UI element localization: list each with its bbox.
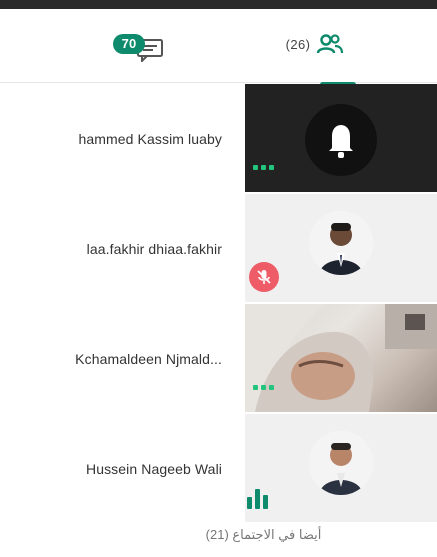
avatar bbox=[309, 431, 373, 495]
participants-list: hammed Kassim luaby laa.fakhir dhiaa.fak… bbox=[0, 84, 437, 524]
participant-row[interactable]: laa.fakhir dhiaa.fakhir bbox=[0, 194, 437, 304]
participants-count: (26) bbox=[285, 36, 311, 52]
tab-chat[interactable]: 70 bbox=[80, 9, 200, 83]
activity-dots bbox=[253, 165, 274, 170]
person-avatar-icon bbox=[309, 211, 373, 275]
participant-video-tile[interactable] bbox=[245, 84, 437, 192]
participant-video-tile[interactable] bbox=[245, 414, 437, 522]
avatar bbox=[309, 211, 373, 275]
panel-tabs: 70 (26) bbox=[0, 9, 437, 87]
participant-row[interactable]: hammed Kassim luaby bbox=[0, 84, 437, 194]
unread-count-badge: 70 bbox=[113, 34, 145, 54]
bell-icon bbox=[329, 125, 353, 158]
participant-name: hammed Kassim luaby bbox=[78, 131, 222, 147]
participant-name: Kchamaldeen Njmald... bbox=[75, 351, 222, 367]
window-top-bar bbox=[0, 0, 437, 9]
also-in-meeting-label[interactable]: أيضا في الاجتماع (21) bbox=[0, 527, 437, 543]
mic-muted-icon bbox=[249, 262, 279, 292]
camera-feed-image bbox=[245, 304, 437, 412]
people-icon bbox=[317, 34, 344, 54]
speaking-indicator-icon bbox=[247, 489, 268, 509]
participant-row[interactable]: Kchamaldeen Njmald... bbox=[0, 304, 437, 414]
activity-dots bbox=[253, 385, 274, 390]
participant-video-tile[interactable] bbox=[245, 194, 437, 302]
participant-name: Hussein Nageeb Wali bbox=[85, 461, 222, 477]
participant-name: laa.fakhir dhiaa.fakhir bbox=[86, 241, 222, 257]
participant-row[interactable]: Hussein Nageeb Wali bbox=[0, 414, 437, 524]
chat-tab-content: 70 bbox=[109, 26, 171, 66]
person-avatar-icon bbox=[309, 431, 373, 495]
tab-participants[interactable]: (26) bbox=[255, 9, 375, 83]
avatar bbox=[305, 104, 377, 176]
participant-video-tile[interactable] bbox=[245, 304, 437, 412]
